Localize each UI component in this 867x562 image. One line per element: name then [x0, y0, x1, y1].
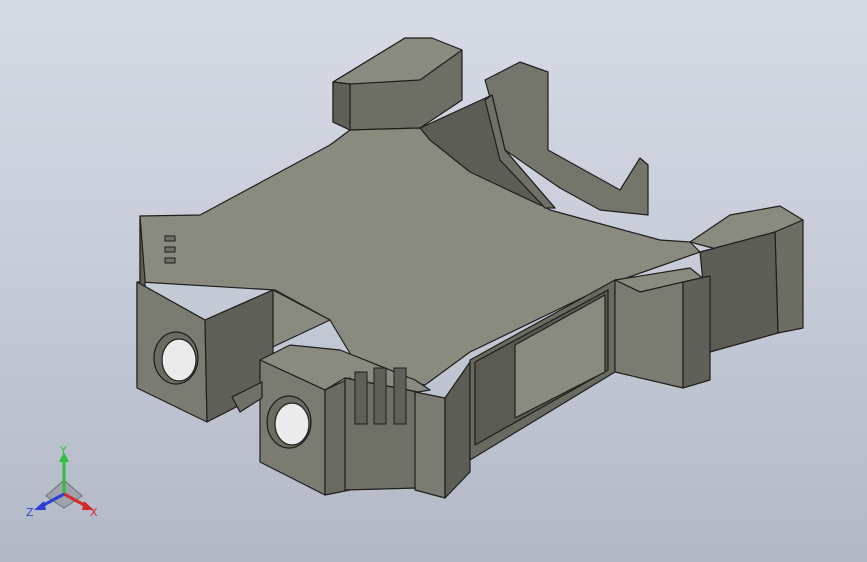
front-column-side — [444, 361, 471, 499]
graphics-viewport[interactable]: Y X Z — [0, 0, 867, 562]
rear-tower-front — [332, 81, 351, 131]
wall-notch-1 — [164, 235, 176, 242]
front-bracket-side — [682, 275, 711, 389]
coordinate-triad: Y X Z — [26, 446, 98, 519]
right-screw-hole-inner — [274, 402, 310, 446]
z-axis-arrow — [34, 501, 46, 510]
right-clip-face — [774, 219, 804, 334]
front-column-front — [414, 391, 446, 499]
y-axis-label: Y — [59, 446, 67, 457]
x-axis-label: X — [90, 506, 98, 519]
front-bracket-front — [614, 279, 684, 389]
rib-3 — [393, 367, 407, 425]
right-clip-side — [699, 231, 779, 353]
left-screw-hole-inner — [161, 338, 197, 382]
rib-2 — [373, 367, 387, 425]
terminal-block-model[interactable] — [0, 0, 867, 562]
wall-notch-3 — [164, 257, 176, 264]
wall-notch-2 — [164, 246, 176, 253]
z-axis-label: Z — [26, 506, 34, 519]
rib-1 — [354, 371, 368, 425]
